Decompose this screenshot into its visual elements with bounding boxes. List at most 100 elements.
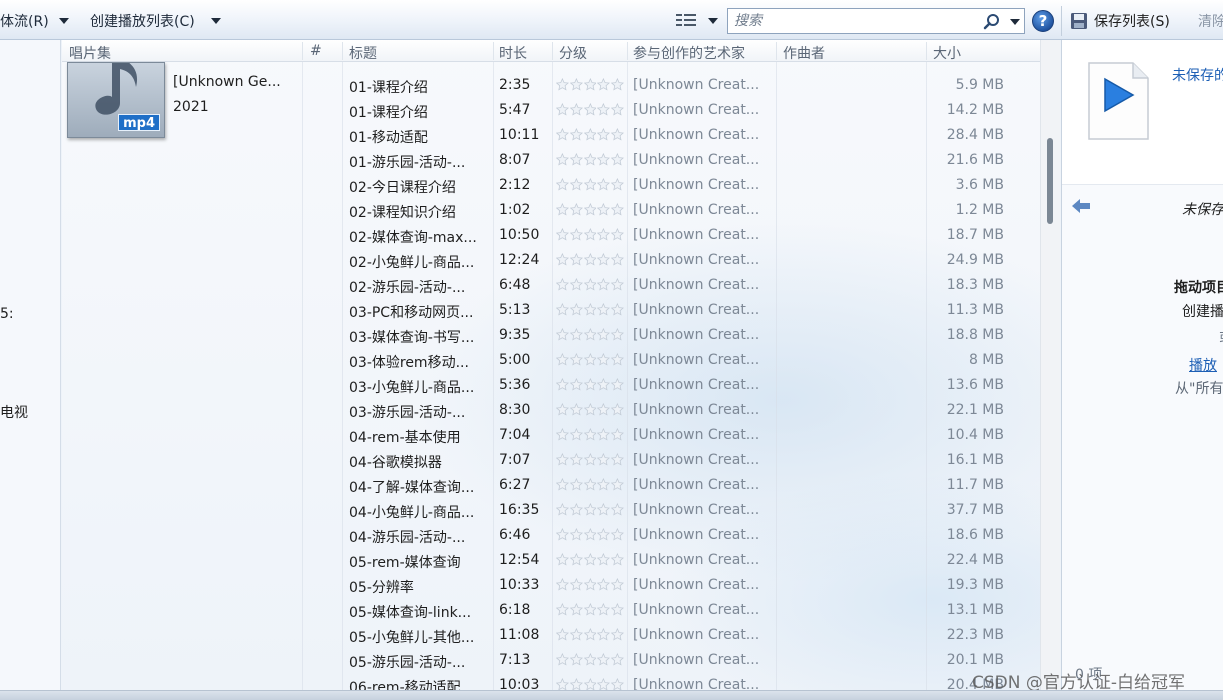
star-icon[interactable] <box>597 178 611 191</box>
star-icon[interactable] <box>583 203 597 216</box>
rating-stars[interactable] <box>556 653 624 666</box>
star-icon[interactable] <box>583 128 597 141</box>
table-row[interactable]: 02-游乐园-活动-... 6:48 [Unknown Creat... 18.3 M… <box>62 273 1040 298</box>
rating-stars[interactable] <box>556 478 624 491</box>
rating-stars[interactable] <box>556 428 624 441</box>
star-icon[interactable] <box>556 253 569 266</box>
star-icon[interactable] <box>569 553 583 566</box>
table-row[interactable]: 04-小兔鲜儿-商品... 16:35 [Unknown Creat... 37.7 … <box>62 498 1040 523</box>
rating-stars[interactable] <box>556 578 624 591</box>
table-row[interactable]: 03-游乐园-活动-... 8:30 [Unknown Creat... 22.1 M… <box>62 398 1040 423</box>
star-icon[interactable] <box>556 353 569 366</box>
rating-stars[interactable] <box>556 553 624 566</box>
star-icon[interactable] <box>556 153 569 166</box>
star-icon[interactable] <box>556 203 569 216</box>
star-icon[interactable] <box>583 353 597 366</box>
star-icon[interactable] <box>611 678 624 690</box>
column-divider[interactable] <box>627 42 628 60</box>
star-icon[interactable] <box>597 128 611 141</box>
table-row[interactable]: 05-游乐园-活动-... 7:13 [Unknown Creat... 20.1 M… <box>62 648 1040 673</box>
star-icon[interactable] <box>583 553 597 566</box>
table-row[interactable]: 03-PC和移动网页... 5:13 [Unknown Creat... 11.3 M… <box>62 298 1040 323</box>
star-icon[interactable] <box>597 153 611 166</box>
star-icon[interactable] <box>556 678 569 690</box>
table-row[interactable]: 04-谷歌模拟器 7:07 [Unknown Creat... 16.1 MB <box>62 448 1040 473</box>
table-row[interactable]: 05-媒体查询-link... 6:18 [Unknown Creat... 13.1… <box>62 598 1040 623</box>
rating-stars[interactable] <box>556 253 624 266</box>
rating-stars[interactable] <box>556 103 624 116</box>
star-icon[interactable] <box>611 78 624 91</box>
star-icon[interactable] <box>569 253 583 266</box>
rating-stars[interactable] <box>556 403 624 416</box>
star-icon[interactable] <box>597 678 611 690</box>
star-icon[interactable] <box>569 478 583 491</box>
star-icon[interactable] <box>611 553 624 566</box>
column-header-title[interactable]: 标题 <box>349 43 377 63</box>
star-icon[interactable] <box>611 253 624 266</box>
star-icon[interactable] <box>583 678 597 690</box>
star-icon[interactable] <box>611 303 624 316</box>
star-icon[interactable] <box>556 278 569 291</box>
back-arrow-icon[interactable] <box>1070 197 1092 215</box>
table-row[interactable]: 02-媒体查询-max... 10:50 [Unknown Creat... 18.7… <box>62 223 1040 248</box>
star-icon[interactable] <box>583 103 597 116</box>
column-header-composer[interactable]: 作曲者 <box>783 43 825 63</box>
star-icon[interactable] <box>583 528 597 541</box>
star-icon[interactable] <box>611 228 624 241</box>
star-icon[interactable] <box>556 428 569 441</box>
star-icon[interactable] <box>611 478 624 491</box>
star-icon[interactable] <box>569 228 583 241</box>
star-icon[interactable] <box>611 353 624 366</box>
rating-stars[interactable] <box>556 203 624 216</box>
star-icon[interactable] <box>556 653 569 666</box>
playlist-link[interactable]: 播放 <box>1189 355 1217 375</box>
table-row[interactable]: 02-小兔鲜儿-商品... 12:24 [Unknown Creat... 24.9 … <box>62 248 1040 273</box>
star-icon[interactable] <box>556 553 569 566</box>
table-row[interactable]: 01-游乐园-活动-... 8:07 [Unknown Creat... 21.6 M… <box>62 148 1040 173</box>
star-icon[interactable] <box>583 603 597 616</box>
nav-item-fragment[interactable]: 5: <box>0 306 14 322</box>
star-icon[interactable] <box>597 353 611 366</box>
star-icon[interactable] <box>556 578 569 591</box>
star-icon[interactable] <box>583 278 597 291</box>
scrollbar-thumb[interactable] <box>1047 138 1053 224</box>
column-divider[interactable] <box>776 42 777 60</box>
table-row[interactable]: 05-分辨率 10:33 [Unknown Creat... 19.3 MB <box>62 573 1040 598</box>
star-icon[interactable] <box>583 303 597 316</box>
search-options-chevron-icon[interactable] <box>1010 19 1020 25</box>
star-icon[interactable] <box>569 503 583 516</box>
star-icon[interactable] <box>556 128 569 141</box>
column-divider[interactable] <box>926 42 927 60</box>
star-icon[interactable] <box>583 378 597 391</box>
rating-stars[interactable] <box>556 178 624 191</box>
rating-stars[interactable] <box>556 378 624 391</box>
star-icon[interactable] <box>583 453 597 466</box>
star-icon[interactable] <box>569 153 583 166</box>
star-icon[interactable] <box>569 178 583 191</box>
star-icon[interactable] <box>556 228 569 241</box>
star-icon[interactable] <box>583 628 597 641</box>
view-options-button[interactable] <box>676 10 722 32</box>
star-icon[interactable] <box>611 328 624 341</box>
star-icon[interactable] <box>556 378 569 391</box>
star-icon[interactable] <box>597 278 611 291</box>
table-row[interactable]: 06-rem-移动适配 10:03 [Unknown Creat... 20.4 MB <box>62 673 1040 690</box>
star-icon[interactable] <box>611 103 624 116</box>
star-icon[interactable] <box>611 503 624 516</box>
star-icon[interactable] <box>583 328 597 341</box>
star-icon[interactable] <box>611 653 624 666</box>
rating-stars[interactable] <box>556 603 624 616</box>
star-icon[interactable] <box>611 603 624 616</box>
star-icon[interactable] <box>597 253 611 266</box>
star-icon[interactable] <box>597 228 611 241</box>
star-icon[interactable] <box>611 153 624 166</box>
star-icon[interactable] <box>556 453 569 466</box>
star-icon[interactable] <box>597 303 611 316</box>
star-icon[interactable] <box>597 478 611 491</box>
star-icon[interactable] <box>583 503 597 516</box>
star-icon[interactable] <box>569 453 583 466</box>
star-icon[interactable] <box>611 203 624 216</box>
star-icon[interactable] <box>583 403 597 416</box>
star-icon[interactable] <box>597 628 611 641</box>
star-icon[interactable] <box>597 553 611 566</box>
